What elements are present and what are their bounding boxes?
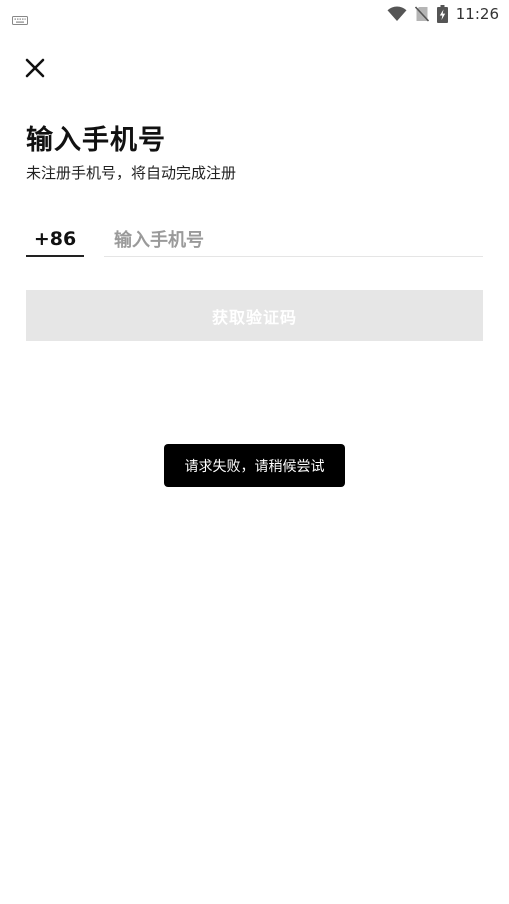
login-screen: 11:26 输入手机号 未注册手机号，将自动完成注册 +86 获取验证码 请求失… <box>0 0 509 904</box>
error-toast: 请求失败，请稍候尝试 <box>164 444 345 487</box>
wifi-icon <box>387 6 407 22</box>
close-button[interactable] <box>22 55 48 81</box>
status-bar: 11:26 <box>0 0 509 28</box>
no-sim-icon <box>414 6 429 22</box>
status-time: 11:26 <box>455 5 499 23</box>
status-icons: 11:26 <box>387 3 499 25</box>
phone-number-input[interactable] <box>104 224 483 257</box>
country-code-selector[interactable]: +86 <box>26 224 84 257</box>
battery-charging-icon <box>436 5 448 23</box>
page-title: 输入手机号 <box>26 125 166 156</box>
page-subtitle: 未注册手机号，将自动完成注册 <box>26 164 237 182</box>
close-icon <box>25 58 45 78</box>
get-verification-code-button[interactable]: 获取验证码 <box>26 290 483 341</box>
keyboard-icon <box>12 10 28 29</box>
